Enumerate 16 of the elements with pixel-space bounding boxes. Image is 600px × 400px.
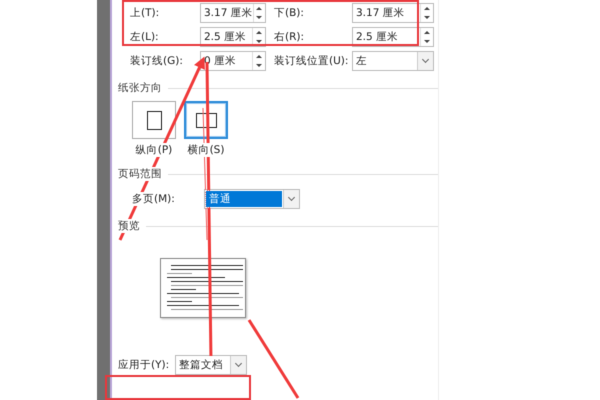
spin-field[interactable]: 3.17 厘米 (200, 3, 266, 23)
dropdown[interactable]: 普通 (204, 189, 300, 209)
dropdown[interactable]: 整篇文档 (175, 355, 248, 375)
spin-field[interactable]: 2.5 厘米 (200, 27, 266, 47)
section-title: 纸张方向 (118, 81, 162, 95)
orientation-label: 纵向(P) (136, 143, 172, 157)
portrait-page-icon (146, 110, 162, 130)
orientation-button[interactable] (132, 101, 176, 139)
section-title: 页码范围 (118, 167, 162, 181)
spin-field[interactable]: 2.5 厘米 (352, 27, 434, 47)
field-label: 应用于(Y): (118, 358, 170, 372)
section-title: 预览 (118, 219, 140, 233)
spin-field[interactable]: 3.17 厘米 (352, 3, 434, 23)
dropdown[interactable]: 左 (352, 51, 434, 71)
orientation-button[interactable] (184, 101, 228, 139)
orientation-label: 横向(S) (188, 143, 224, 157)
